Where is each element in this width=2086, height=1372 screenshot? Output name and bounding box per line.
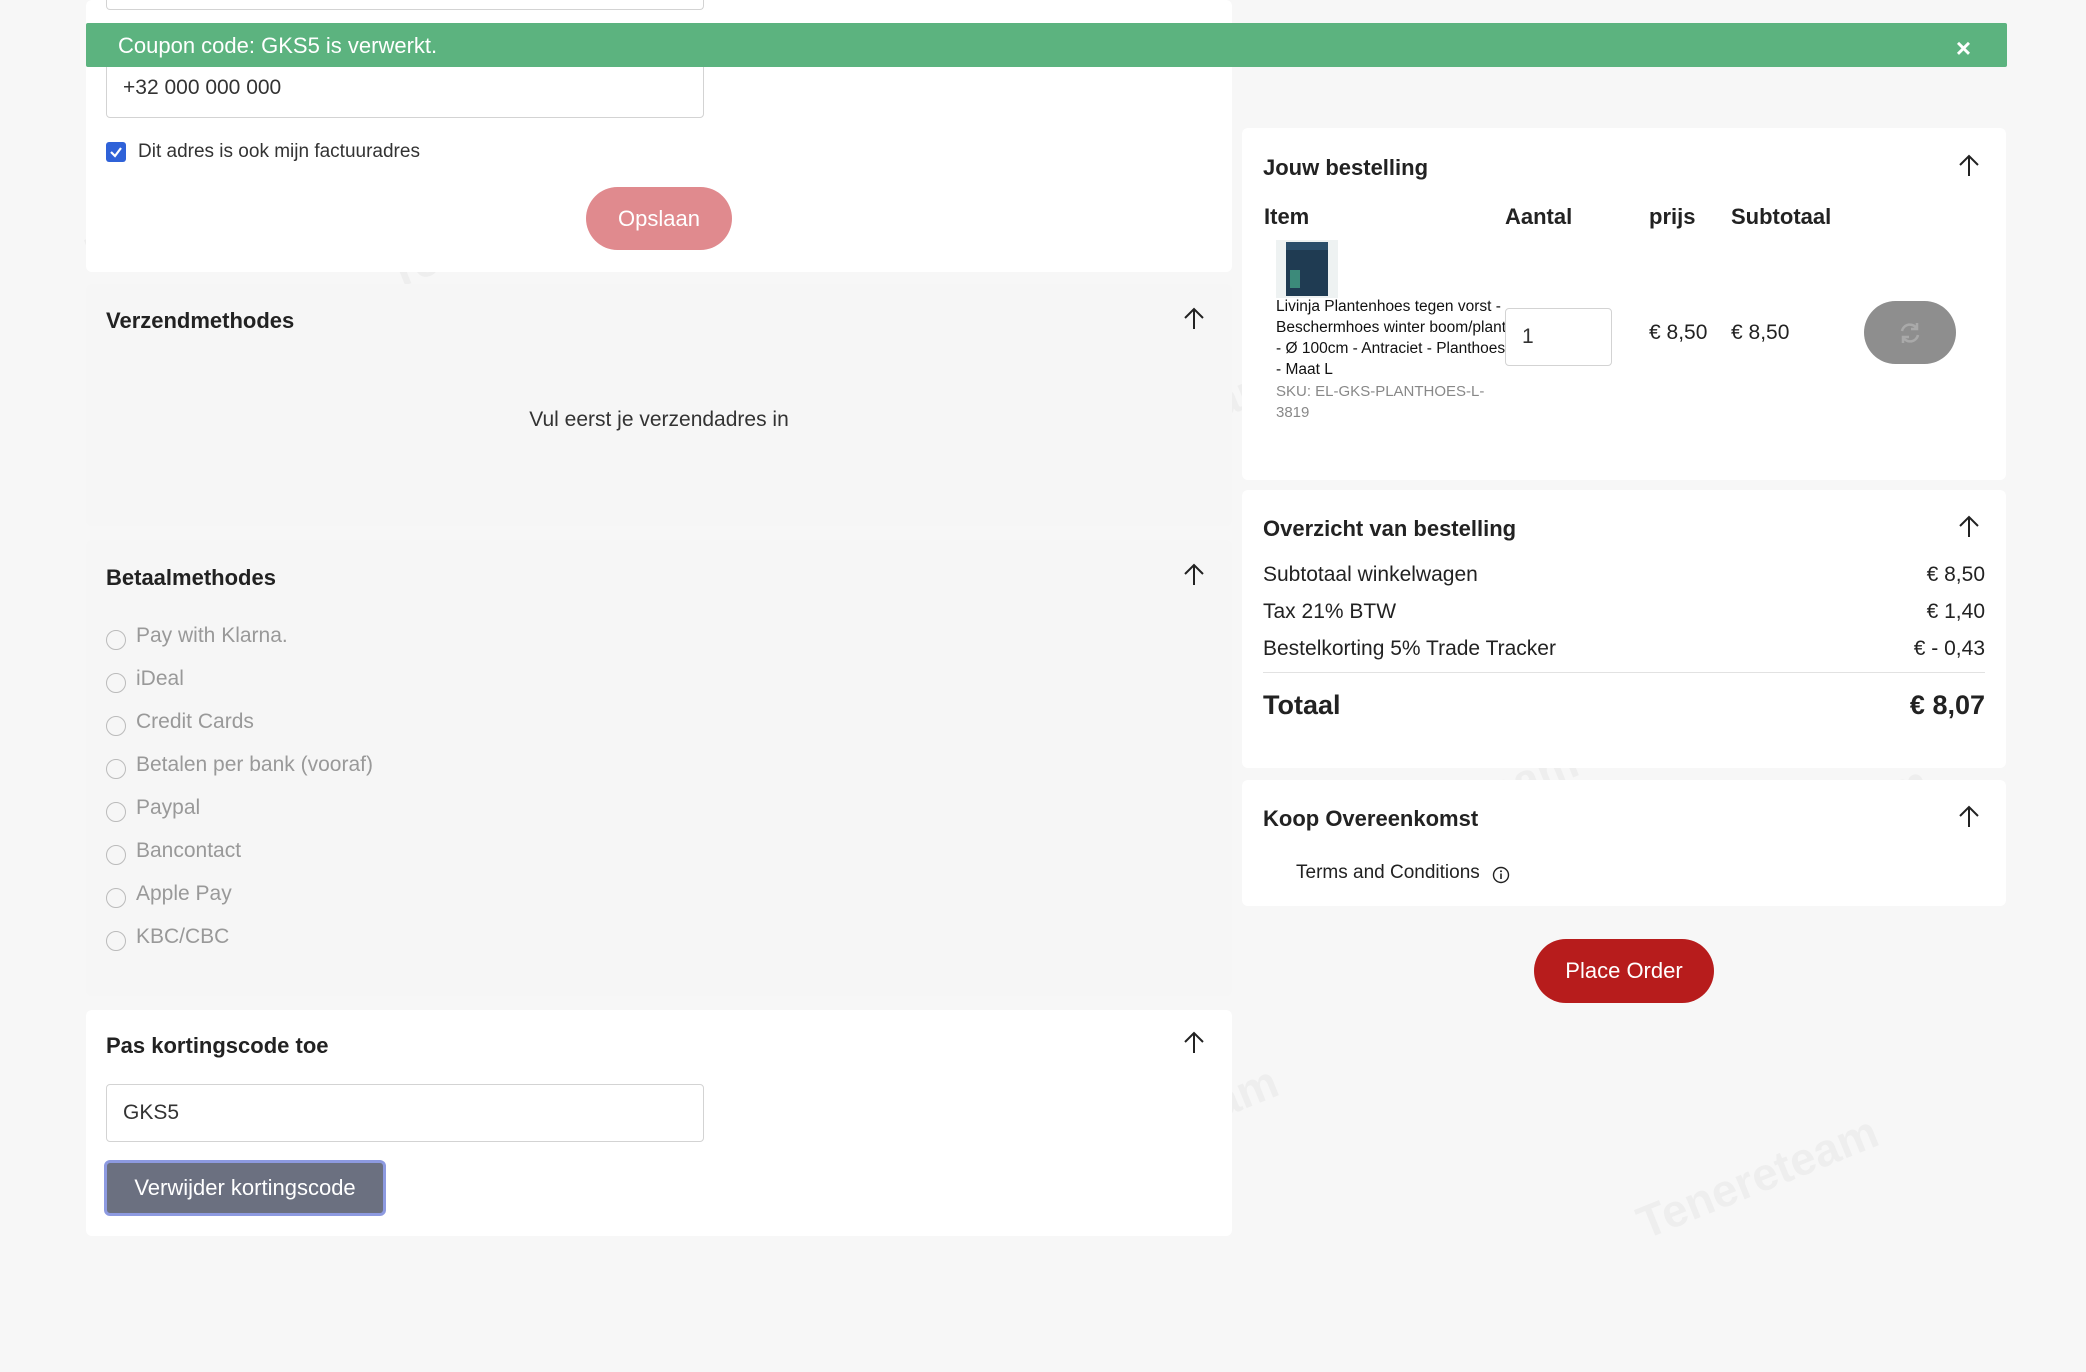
payment-method-option[interactable]: Bancontact [106, 829, 373, 872]
close-icon[interactable]: × [1956, 33, 1971, 64]
radio-button[interactable] [106, 844, 126, 865]
shipping-methods-title: Verzendmethodes [106, 308, 295, 333]
item-price: € 8,50 [1649, 321, 1708, 344]
payment-method-label: Apple Pay [136, 881, 232, 905]
summary-row: Bestelkorting 5% Trade Tracker € - 0,43 [1263, 637, 1985, 661]
previous-field-edge [106, 0, 704, 10]
arrow-up-icon[interactable] [1956, 804, 1982, 830]
column-header-item: Item [1264, 204, 1310, 229]
payment-method-option[interactable]: Apple Pay [106, 872, 373, 915]
payment-method-list: Pay with Klarna. iDeal Credit Cards Beta… [106, 614, 373, 958]
billing-address-checkbox-row[interactable]: Dit adres is ook mijn factuuradres [106, 141, 420, 163]
coupon-input[interactable]: GKS5 [106, 1084, 704, 1142]
product-sku: SKU: EL-GKS-PLANTHOES-L-3819 [1276, 383, 1485, 421]
arrow-up-icon[interactable] [1956, 153, 1982, 179]
column-header-subtotal: Subtotaal [1731, 204, 1832, 229]
payment-method-label: Pay with Klarna. [136, 623, 288, 647]
coupon-title: Pas kortingscode toe [106, 1033, 329, 1058]
item-subtotal: € 8,50 [1731, 321, 1790, 344]
payment-method-option[interactable]: KBC/CBC [106, 915, 373, 958]
payment-method-label: Credit Cards [136, 709, 254, 733]
refresh-icon [1900, 322, 1920, 343]
column-header-qty: Aantal [1505, 204, 1573, 229]
coupon-card: Pas kortingscode toe GKS5 Verwijder kort… [86, 1010, 1232, 1236]
summary-row-label: Subtotaal winkelwagen [1263, 563, 1478, 586]
shipping-methods-card: Verzendmethodes Vul eerst je verzendadre… [86, 284, 1232, 526]
summary-divider [1263, 672, 1985, 673]
terms-row[interactable]: Terms and Conditions [1296, 862, 1510, 884]
payment-method-option[interactable]: Paypal [106, 786, 373, 829]
payment-method-label: iDeal [136, 666, 184, 690]
product-name: Livinja Plantenhoes tegen vorst - Besche… [1276, 298, 1507, 378]
remove-coupon-button[interactable]: Verwijder kortingscode [104, 1160, 386, 1216]
save-button-label: Opslaan [618, 205, 700, 231]
total-label: Totaal [1263, 690, 1341, 720]
arrow-up-icon[interactable] [1181, 1030, 1207, 1056]
payment-method-option[interactable]: Pay with Klarna. [106, 614, 373, 657]
payment-method-label: KBC/CBC [136, 924, 230, 948]
summary-row: Tax 21% BTW € 1,40 [1263, 600, 1985, 624]
phone-field[interactable]: +32 000 000 000 [106, 58, 704, 118]
info-icon[interactable] [1492, 866, 1510, 884]
order-title: Jouw bestelling [1263, 155, 1429, 180]
agreement-title: Koop Overeenkomst [1263, 806, 1479, 831]
quantity-value: 1 [1522, 325, 1534, 348]
phone-value: +32 000 000 000 [123, 76, 282, 99]
column-header-price: prijs [1649, 204, 1696, 229]
product-image [1286, 242, 1328, 296]
radio-button[interactable] [106, 758, 126, 779]
order-summary-card: Overzicht van bestelling Subtotaal winke… [1242, 490, 2006, 768]
summary-row-label: Bestelkorting 5% Trade Tracker [1263, 637, 1556, 660]
radio-button[interactable] [106, 887, 126, 908]
agreement-card: Koop Overeenkomst Terms and Conditions [1242, 780, 2006, 906]
radio-button[interactable] [106, 715, 126, 736]
shipping-empty-text: Vul eerst je verzendadres in [529, 408, 789, 431]
place-order-button[interactable]: Place Order [1534, 939, 1714, 1003]
radio-button[interactable] [106, 930, 126, 951]
arrow-up-icon[interactable] [1181, 306, 1207, 332]
coupon-notice: Coupon code: GKS5 is verwerkt. × [86, 23, 2007, 67]
order-card: Jouw bestelling Item Aantal prijs Subtot… [1242, 128, 2006, 480]
payment-method-option[interactable]: Credit Cards [106, 700, 373, 743]
coupon-input-value: GKS5 [123, 1101, 180, 1124]
terms-link[interactable]: Terms and Conditions [1296, 862, 1480, 884]
payment-method-label: Paypal [136, 795, 201, 819]
summary-row-value: € 8,50 [1926, 563, 1985, 586]
payment-method-label: Betalen per bank (vooraf) [136, 752, 373, 776]
remove-coupon-label: Verwijder kortingscode [134, 1175, 356, 1200]
total-value: € 8,07 [1909, 690, 1985, 720]
place-order-label: Place Order [1565, 958, 1683, 983]
summary-row-value: € - 0,43 [1913, 637, 1985, 660]
billing-address-checkbox[interactable] [106, 142, 126, 162]
payment-method-label: Bancontact [136, 838, 242, 862]
payment-methods-title: Betaalmethodes [106, 565, 276, 590]
payment-method-option[interactable]: iDeal [106, 657, 373, 700]
payment-method-option[interactable]: Betalen per bank (vooraf) [106, 743, 373, 786]
checkmark-icon [110, 147, 122, 158]
save-button[interactable]: Opslaan [586, 187, 732, 250]
coupon-notice-text: Coupon code: GKS5 is verwerkt. [118, 33, 438, 58]
arrow-up-icon[interactable] [1181, 562, 1207, 588]
billing-address-label: Dit adres is ook mijn factuuradres [138, 141, 420, 162]
payment-methods-card: Betaalmethodes Pay with Klarna. iDeal Cr… [86, 540, 1232, 996]
summary-row-label: Tax 21% BTW [1263, 600, 1397, 623]
order-summary-title: Overzicht van bestelling [1263, 516, 1517, 541]
product-thumbnail [1276, 240, 1338, 298]
update-cart-button[interactable] [1864, 301, 1956, 364]
radio-button[interactable] [106, 672, 126, 693]
summary-row: Subtotaal winkelwagen € 8,50 [1263, 563, 1985, 587]
summary-row-value: € 1,40 [1926, 600, 1985, 623]
quantity-input[interactable]: 1 [1505, 308, 1612, 366]
radio-button[interactable] [106, 629, 126, 650]
radio-button[interactable] [106, 801, 126, 822]
arrow-up-icon[interactable] [1956, 514, 1982, 540]
total-row: Totaal € 8,07 [1263, 690, 1985, 721]
